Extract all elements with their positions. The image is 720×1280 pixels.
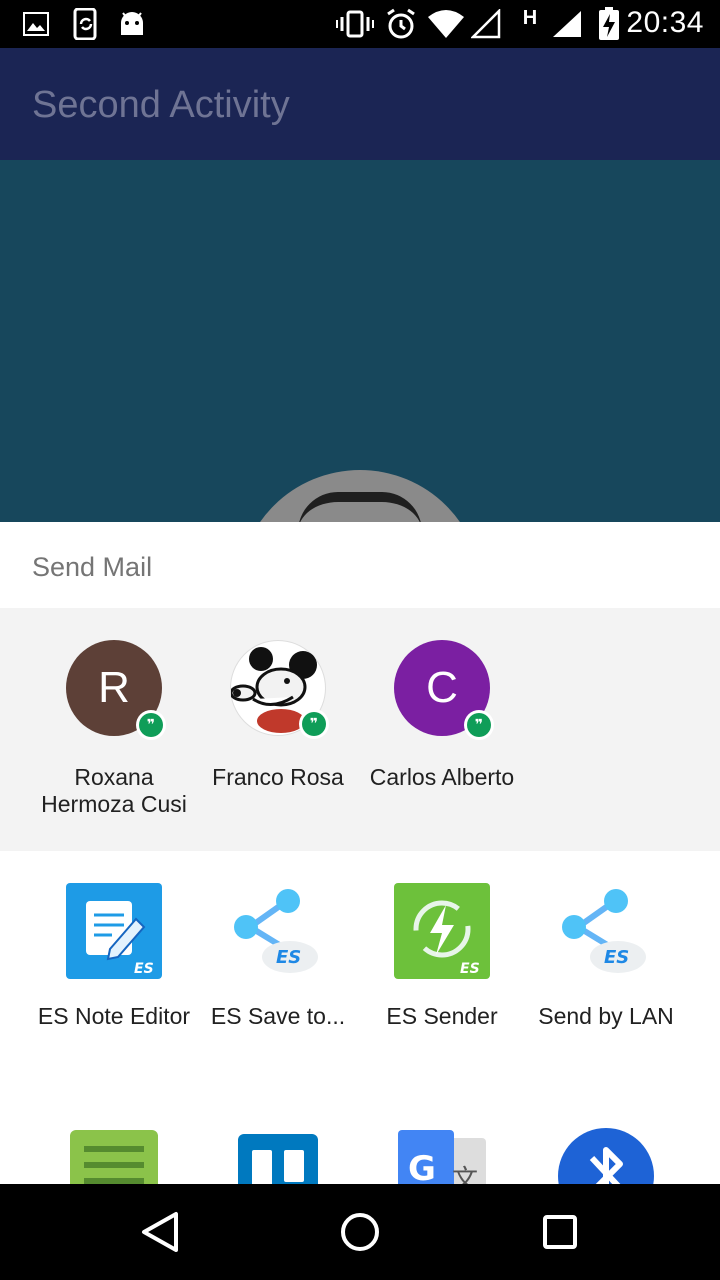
vibrate-icon bbox=[336, 8, 374, 40]
svg-text:ES: ES bbox=[604, 947, 629, 968]
avatar-initial: C bbox=[426, 663, 458, 712]
app-label: ES Save to... bbox=[210, 1003, 346, 1029]
signal-icon bbox=[550, 8, 584, 40]
hangouts-icon: ❞ bbox=[136, 710, 166, 740]
direct-share-row: R ❞ Roxana Hermoza Cusi ❞ Franco Rosa C … bbox=[0, 608, 720, 851]
contact-name: Carlos Alberto bbox=[369, 764, 515, 790]
wifi-icon bbox=[426, 8, 466, 40]
trello-icon bbox=[230, 1128, 326, 1184]
app-label: ES Sender bbox=[386, 1003, 498, 1029]
app-trello[interactable] bbox=[196, 1128, 360, 1184]
sheet-title: Send Mail bbox=[32, 552, 153, 582]
app-notes[interactable] bbox=[32, 1128, 196, 1184]
es-share-icon: ES bbox=[230, 883, 326, 979]
bluetooth-icon bbox=[558, 1128, 654, 1184]
app-es-save-to[interactable]: ES ES Save to... bbox=[196, 883, 360, 1030]
avatar: C ❞ bbox=[394, 640, 494, 740]
direct-share-franco[interactable]: ❞ Franco Rosa bbox=[196, 640, 360, 791]
app-google-translate[interactable]: G 文 bbox=[360, 1128, 524, 1184]
contact-name: Franco Rosa bbox=[212, 764, 344, 790]
navigation-bar bbox=[0, 1184, 720, 1280]
direct-share-carlos[interactable]: C ❞ Carlos Alberto bbox=[360, 640, 524, 791]
es-sender-icon: ES bbox=[394, 883, 490, 979]
app-bluetooth[interactable] bbox=[524, 1128, 688, 1184]
app-es-sender[interactable]: ES ES Sender bbox=[360, 883, 524, 1030]
direct-share-roxana[interactable]: R ❞ Roxana Hermoza Cusi bbox=[32, 640, 196, 818]
svg-text:ES: ES bbox=[134, 961, 154, 977]
profile-image bbox=[238, 470, 482, 522]
battery-charging-icon bbox=[596, 7, 622, 40]
app-label: Send by LAN bbox=[538, 1003, 674, 1029]
sync-icon bbox=[72, 8, 100, 40]
recents-icon[interactable] bbox=[532, 1204, 588, 1260]
contact-name: Roxana Hermoza Cusi bbox=[41, 764, 187, 817]
network-type-label: H bbox=[522, 6, 538, 29]
es-note-editor-icon: ES bbox=[66, 883, 162, 979]
svg-text:文: 文 bbox=[452, 1165, 478, 1184]
cartoon-mouse-avatar: ❞ bbox=[230, 640, 329, 739]
app-label: ES Note Editor bbox=[37, 1003, 191, 1029]
gallery-icon bbox=[22, 8, 50, 40]
hangouts-icon: ❞ bbox=[464, 710, 494, 740]
page-title: Second Activity bbox=[32, 84, 290, 126]
home-icon[interactable] bbox=[332, 1204, 388, 1260]
alarm-icon bbox=[384, 8, 418, 40]
status-bar: H 20:34 bbox=[0, 0, 720, 48]
share-sheet: Send Mail R ❞ Roxana Hermoza Cusi ❞ Fran… bbox=[0, 522, 720, 1184]
avatar-initial: R bbox=[98, 663, 130, 712]
activity-content bbox=[0, 160, 720, 522]
hangouts-icon: ❞ bbox=[299, 709, 329, 739]
notes-app-icon bbox=[66, 1128, 162, 1184]
app-es-note-editor[interactable]: ES ES Note Editor bbox=[32, 883, 196, 1030]
android-icon bbox=[118, 8, 146, 40]
avatar: R ❞ bbox=[66, 640, 166, 740]
svg-text:G: G bbox=[408, 1149, 436, 1184]
svg-text:ES: ES bbox=[460, 961, 480, 977]
es-share-icon: ES bbox=[558, 883, 654, 979]
app-send-by-lan[interactable]: ES Send by LAN bbox=[524, 883, 688, 1030]
google-translate-icon: G 文 bbox=[394, 1128, 490, 1184]
svg-text:ES: ES bbox=[276, 947, 301, 968]
back-icon[interactable] bbox=[132, 1204, 188, 1260]
clock: 20:34 bbox=[626, 6, 704, 39]
signal-icon bbox=[470, 8, 502, 40]
